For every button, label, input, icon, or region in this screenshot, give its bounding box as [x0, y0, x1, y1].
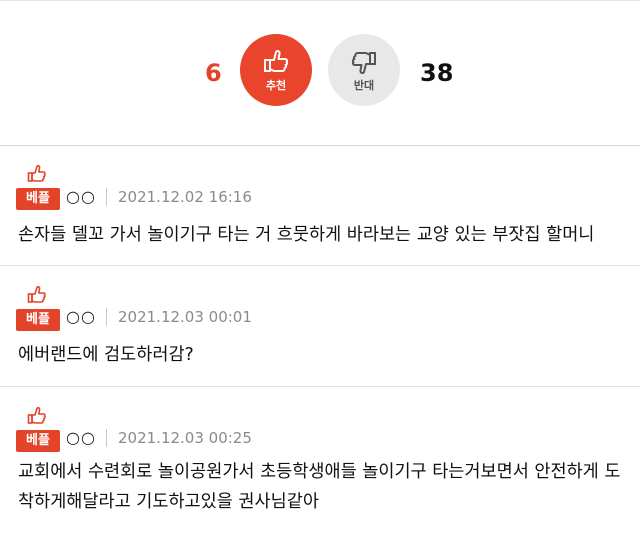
thumbs-up-icon — [27, 406, 46, 424]
best-comment-badge: 베플 — [16, 406, 60, 452]
meta-separator — [106, 188, 107, 206]
upvote-button[interactable]: 추천 — [240, 34, 312, 106]
best-label: 베플 — [16, 188, 60, 210]
vote-bar: 6 추천 반대 38 — [0, 0, 640, 146]
comment-item: 베플 ○○ 2021.12.03 00:01 에버랜드에 검도하러감? — [0, 266, 640, 387]
best-label: 베플 — [16, 309, 60, 331]
upvote-count: 6 — [205, 59, 222, 87]
downvote-count: 38 — [420, 59, 454, 87]
downvote-label: 반대 — [353, 79, 375, 92]
thumbs-up-icon — [27, 285, 46, 303]
comment-author[interactable]: ○○ — [66, 307, 96, 326]
comment-item: 베플 ○○ 2021.12.02 16:16 손자들 델꼬 가서 놀이기구 타는… — [0, 146, 640, 266]
downvote-button[interactable]: 반대 — [328, 34, 400, 106]
comment-text: 손자들 델꼬 가서 놀이기구 타는 거 흐뭇하게 바라보는 교양 있는 부잣집 … — [18, 225, 595, 245]
comment-date: 2021.12.03 00:01 — [118, 308, 252, 326]
upvote-label: 추천 — [265, 79, 287, 92]
thumbs-down-icon — [351, 52, 376, 75]
comment-text: 에버랜드에 검도하러감? — [18, 345, 194, 365]
comment-date: 2021.12.02 16:16 — [118, 188, 252, 206]
best-comment-badge: 베플 — [16, 164, 60, 210]
best-comment-badge: 베플 — [16, 285, 60, 331]
comment-author[interactable]: ○○ — [66, 428, 96, 447]
meta-separator — [106, 429, 107, 447]
meta-separator — [106, 308, 107, 326]
comment-text: 교회에서 수련회로 놀이공원가서 초등학생애들 놀이기구 타는거보면서 안전하게… — [18, 462, 621, 512]
thumbs-up-icon — [27, 164, 46, 182]
comment-item: 베플 ○○ 2021.12.03 00:25 교회에서 수련회로 놀이공원가서 … — [0, 387, 640, 534]
comment-list: 베플 ○○ 2021.12.02 16:16 손자들 델꼬 가서 놀이기구 타는… — [0, 146, 640, 534]
thumbs-up-icon — [264, 49, 289, 72]
best-label: 베플 — [16, 430, 60, 452]
comment-date: 2021.12.03 00:25 — [118, 429, 252, 447]
comment-author[interactable]: ○○ — [66, 187, 96, 206]
